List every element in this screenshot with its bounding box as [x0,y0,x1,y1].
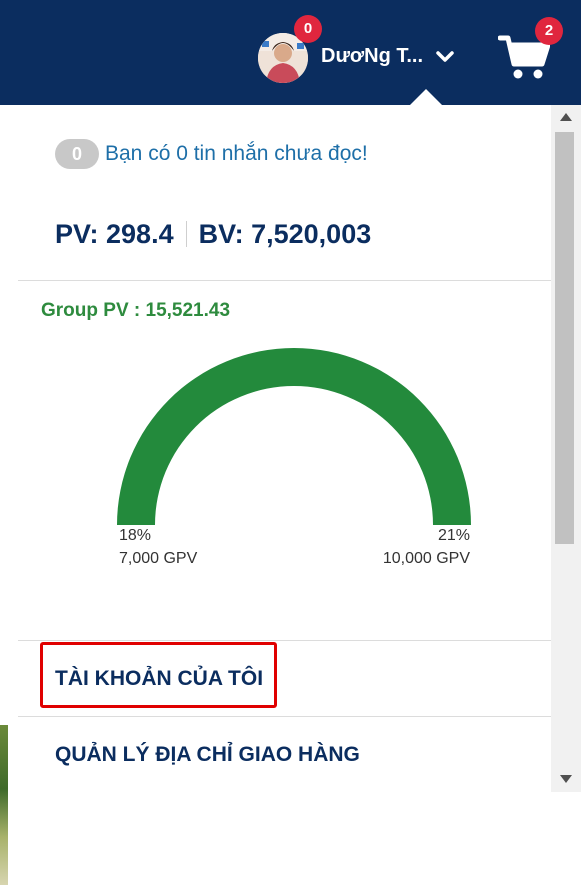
menu-item-my-account[interactable]: TÀI KHOẢN CỦA TÔI [55,667,263,691]
unread-messages-link[interactable]: Bạn có 0 tin nhắn chưa đọc! [105,142,368,166]
background-page-edge [0,105,19,885]
gauge-right-percent: 21% [437,527,470,544]
user-name[interactable]: DươNg T... [321,45,423,68]
unread-count-pill: 0 [55,139,99,169]
dropdown-caret [409,89,443,106]
pv-value: PV: 298.4 [55,219,174,249]
group-pv-gauge [117,348,471,525]
bv-value: BV: 7,520,003 [198,219,372,249]
scroll-up-arrow-icon[interactable] [560,113,572,121]
top-navigation-bar: 0 DươNg T... 2 [0,0,581,106]
account-dropdown-panel: 0 Bạn có 0 tin nhắn chưa đọc! PV: 298.4 B… [18,105,551,792]
section-divider [18,640,551,641]
scrollbar-thumb[interactable] [555,132,574,544]
cart-count-badge[interactable]: 2 [535,17,563,45]
gauge-right-gpv: 10,000 GPV [382,550,470,567]
scrollbar[interactable] [551,105,581,792]
unread-messages-row[interactable]: 0 Bạn có 0 tin nhắn chưa đọc! [55,139,368,169]
gauge-arc [117,348,471,525]
group-pv-label: Group PV : 15,521.43 [41,300,231,321]
gauge-left-percent: 18% [119,527,152,544]
section-divider [18,280,551,281]
gauge-left-gpv: 7,000 GPV [119,550,198,567]
chevron-down-icon[interactable] [435,50,455,64]
notification-badge[interactable]: 0 [294,15,322,43]
background-image-fragment [0,725,8,885]
pv-bv-summary: PV: 298.4 BV: 7,520,003 [55,219,371,250]
section-divider [18,716,551,717]
scroll-down-arrow-icon[interactable] [560,775,572,783]
pv-bv-separator [185,221,187,247]
menu-item-shipping-addresses[interactable]: QUẢN LÝ ĐỊA CHỈ GIAO HÀNG [55,743,360,767]
